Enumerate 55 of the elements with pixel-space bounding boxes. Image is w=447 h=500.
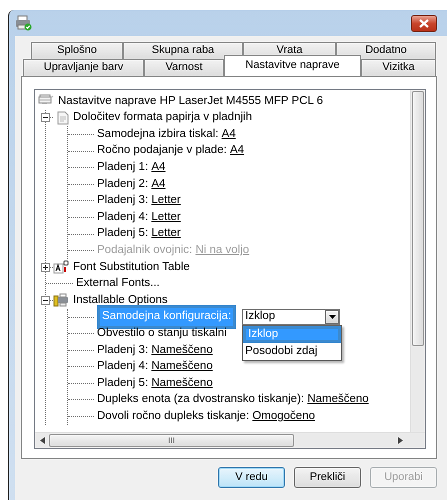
setting-value[interactable]: Omogočeno [252,408,315,426]
tree-item[interactable]: Font Substitution Table [73,258,190,276]
setting-label[interactable]: Ročno podajanje v plade: [97,142,227,160]
expand-icon[interactable] [41,262,50,272]
caret-icon [328,315,336,320]
printer-icon [15,15,32,31]
setting-label[interactable]: Pladenj 5: [97,225,148,243]
right-arrow-icon [398,437,403,444]
setting-label[interactable]: Pladenj 3: [97,342,148,359]
tab[interactable]: Skupna raba [123,42,243,59]
dialog-button[interactable]: Prekliči [294,467,361,488]
setting-label[interactable]: Pladenj 4: [97,208,148,226]
setting-label[interactable]: Pladenj 5: [97,374,148,392]
setting-value[interactable]: Nameščeno [151,374,213,392]
setting-value[interactable]: Letter [151,225,181,243]
setting-label[interactable]: Pladenj 1: [97,159,148,176]
tree-item[interactable]: Nastavitve naprave HP LaserJet M4555 MFP PCL 6 [58,92,324,110]
setting-label[interactable]: Dovoli ročno dupleks tiskanje: [97,408,250,426]
font-icon [53,260,69,274]
setting-value[interactable]: Nameščeno [307,391,369,409]
tab[interactable]: Nastavitve naprave [224,55,361,76]
close-icon [419,18,429,28]
tree-item[interactable]: External Fonts... [76,275,160,292]
tab[interactable]: Vizitka [361,59,436,76]
printer-options-icon [53,293,69,308]
vertical-scrollbar[interactable] [410,90,425,432]
setting-label[interactable]: Pladenj 3: [97,192,148,210]
tree-item[interactable]: Določitev formata papirja v pladnjih [73,109,252,127]
tab[interactable]: Varnost [144,59,224,76]
setting-value[interactable]: A4 [222,126,236,144]
scrollbar-thumb[interactable]: III [49,434,294,447]
left-arrow-icon [40,437,45,444]
setting-label[interactable]: Dupleks enota (za dvostransko tiskanje): [97,391,304,409]
collapse-icon[interactable] [41,296,50,305]
tab[interactable]: Splošno [31,42,123,59]
setting-label[interactable]: Samodejna izbira tiskal: [97,126,218,144]
dropdown-button[interactable] [325,310,340,324]
setting-value[interactable]: Nameščeno [151,358,213,376]
setting-value[interactable]: A4 [151,159,166,176]
horizontal-scrollbar[interactable]: III [35,432,425,448]
setting-label[interactable]: Pladenj 2: [97,176,148,193]
collapse-icon[interactable] [41,113,50,122]
close-button[interactable] [411,14,437,32]
scrollbar-grip: III [168,434,175,446]
setting-value[interactable]: Nameščeno [151,342,213,359]
setting-label[interactable]: Pladenj 4: [97,358,148,376]
dropdown-option[interactable]: Posodobi zdaj [243,343,342,360]
tab[interactable]: Dodatno [336,42,436,59]
setting-value[interactable]: A4 [151,176,166,193]
dialog-button[interactable]: V redu [218,467,285,488]
scrollbar-thumb[interactable] [412,91,424,346]
setting-value[interactable]: Letter [151,208,181,226]
tab[interactable]: Upravljanje barv [23,59,144,76]
setting-value[interactable]: A4 [230,142,244,160]
setting-value[interactable]: Letter [151,192,181,210]
